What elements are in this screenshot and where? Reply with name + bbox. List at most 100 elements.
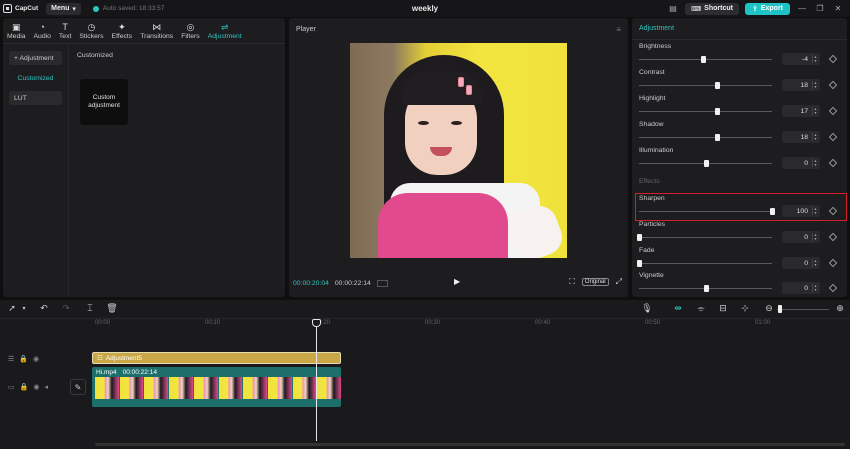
tab-adjustment[interactable]: ⇌ Adjustment [204, 18, 246, 43]
adjust-slider-track[interactable] [639, 237, 772, 238]
adjust-value-input[interactable]: 18 ▴ ▾ [782, 79, 820, 91]
preview-axis-icon[interactable]: ⊹ [739, 303, 751, 314]
tab-stickers[interactable]: ◷ Stickers [75, 18, 107, 43]
export-button[interactable]: ⇪ Export [744, 2, 790, 15]
playhead-handle[interactable] [312, 319, 321, 327]
adjust-slider-handle[interactable] [637, 234, 642, 241]
tab-filters[interactable]: ◎ Filters [177, 18, 204, 43]
adjust-slider-track[interactable] [639, 263, 772, 264]
menu-button[interactable]: Menu ▾ [46, 2, 81, 15]
stepper-icon[interactable]: ▴ ▾ [812, 159, 818, 167]
audio-icon[interactable]: ◂ [44, 383, 48, 391]
adjust-slider-handle[interactable] [714, 108, 720, 115]
timeline-ruler[interactable]: 00:00 00:10 00:20 00:30 00:40 00:50 01:00 [0, 319, 850, 329]
adjust-slider-track[interactable] [639, 137, 772, 138]
keyframe-icon[interactable] [828, 158, 838, 168]
adjust-value-input[interactable]: 0 ▴ ▾ [782, 257, 820, 269]
adjust-slider-handle[interactable] [715, 134, 721, 141]
adjust-value: 0 [804, 284, 808, 292]
select-tool-icon[interactable]: ➚ [6, 303, 18, 314]
adjust-value-input[interactable]: 17 ▴ ▾ [782, 105, 820, 117]
adjustment-clip[interactable]: ☷ Adjustment5 [92, 352, 341, 364]
zoom-in-icon[interactable]: ⊕ [834, 303, 846, 314]
adjust-label: Brightness [639, 43, 672, 50]
keyframe-icon[interactable] [828, 258, 838, 268]
keyframe-icon[interactable] [828, 80, 838, 90]
linkage-icon[interactable]: ⊟ [717, 303, 729, 314]
adjust-slider-handle[interactable] [703, 160, 709, 167]
tab-media[interactable]: ▣ Media [3, 18, 30, 43]
adjust-value-input[interactable]: 0 ▴ ▾ [782, 231, 820, 243]
eye-icon[interactable]: ◉ [33, 383, 39, 391]
close-icon[interactable]: ✕ [832, 4, 844, 13]
stepper-icon[interactable]: ▴ ▾ [812, 55, 818, 63]
play-icon[interactable]: ▶ [454, 277, 460, 286]
stepper-icon[interactable]: ▴ ▾ [812, 284, 818, 292]
sidebar-item-lut[interactable]: LUT [9, 91, 62, 105]
keyframe-icon[interactable] [828, 54, 838, 64]
adjust-value-input[interactable]: -4 ▴ ▾ [782, 53, 820, 65]
original-button[interactable]: Original [581, 278, 609, 286]
stepper-icon[interactable]: ▴ ▾ [812, 107, 818, 115]
screenshot-icon[interactable]: ⛶ [569, 277, 575, 287]
keyframe-icon[interactable] [828, 283, 838, 293]
timeline-scrollbar[interactable] [95, 443, 845, 446]
adjust-slider-track[interactable] [639, 85, 772, 86]
chevron-down-icon[interactable]: ▾ [18, 305, 30, 312]
adjust-row-illumination: Illumination 0 ▴ ▾ [632, 147, 847, 173]
tab-effects[interactable]: ✦ Effects [108, 18, 137, 43]
adjust-slider-track[interactable] [639, 111, 772, 112]
video-preview[interactable] [350, 43, 567, 258]
fullscreen-icon[interactable]: ⤢ [616, 277, 622, 287]
zoom-out-icon[interactable]: ⊖ [763, 303, 775, 314]
stepper-icon[interactable]: ▴ ▾ [812, 133, 818, 141]
adjust-value-input[interactable]: 18 ▴ ▾ [782, 131, 820, 143]
timeline-toolbar: ➚ ▾ ↶ ↷ ⌶ 🗑 🎙 ⇹ ⌯ ⊟ ⊹ ⊖ ⊕ [0, 300, 850, 319]
adjust-row-shadow: Shadow 18 ▴ ▾ [632, 121, 847, 147]
delete-icon[interactable]: 🗑 [106, 303, 118, 314]
player-controls: 00:00:20:04 00:00:22:14 ▶ ⛶ Original ⤢ [289, 273, 628, 293]
adjust-slider-handle[interactable] [715, 82, 721, 89]
lock-icon[interactable]: 🔒 [19, 355, 28, 363]
adjust-slider-handle[interactable] [637, 260, 642, 267]
layout-icon[interactable]: ▤ [667, 4, 679, 13]
playhead[interactable] [316, 319, 317, 441]
adjust-value-input[interactable]: 0 ▴ ▾ [782, 157, 820, 169]
tab-audio[interactable]: ◔ Audio [30, 18, 55, 43]
undo-icon[interactable]: ↶ [38, 303, 50, 314]
stepper-icon[interactable]: ▴ ▾ [812, 81, 818, 89]
stepper-icon[interactable]: ▴ ▾ [812, 259, 818, 267]
maximize-icon[interactable]: ❐ [814, 4, 826, 13]
content-section-title: Customized [77, 52, 113, 59]
zoom-slider[interactable] [777, 309, 829, 310]
keyframe-icon[interactable] [828, 232, 838, 242]
sidebar-item-customized[interactable]: Customized [9, 71, 62, 85]
player-menu-icon[interactable]: ≡ [616, 25, 621, 34]
tab-text[interactable]: T Text [55, 18, 75, 43]
zoom-slider-handle[interactable] [778, 305, 782, 313]
adjust-value-input[interactable]: 0 ▴ ▾ [782, 282, 820, 294]
split-icon[interactable]: ⌶ [84, 303, 96, 314]
tab-transitions[interactable]: ⋈ Transitions [136, 18, 177, 43]
keyframe-icon[interactable] [828, 106, 838, 116]
eye-icon[interactable]: ◉ [33, 355, 39, 363]
auto-snap-icon[interactable]: ⌯ [695, 303, 707, 314]
redo-icon[interactable]: ↷ [60, 303, 72, 314]
main-track-magnet-icon[interactable]: ⇹ [672, 303, 684, 314]
tab-label: Adjustment [207, 32, 242, 40]
adjust-slider-handle[interactable] [700, 56, 706, 63]
lock-icon[interactable]: 🔒 [20, 383, 29, 391]
adjust-slider-handle[interactable] [703, 285, 709, 292]
autosave-text: Auto saved: 18:33:57 [102, 5, 165, 12]
sidebar-item-adjustment[interactable]: + Adjustment [9, 51, 62, 65]
stepper-icon[interactable]: ▴ ▾ [812, 233, 818, 241]
video-clip[interactable]: Hi.mp4 00:00:22:14 [92, 367, 341, 407]
ruler-tick-label: 00:50 [645, 320, 661, 326]
custom-adjustment-card[interactable]: Custom adjustment [80, 79, 128, 125]
cover-edit-button[interactable]: ✎ [70, 379, 86, 395]
minimize-icon[interactable]: — [796, 4, 808, 13]
keyframe-icon[interactable] [828, 132, 838, 142]
microphone-icon[interactable]: 🎙 [641, 303, 653, 314]
resource-panel: ▣ Media ◔ Audio T Text ◷ Stickers ✦ Effects ⋈… [3, 18, 285, 297]
shortcut-button[interactable]: ⌨ Shortcut [685, 2, 739, 15]
